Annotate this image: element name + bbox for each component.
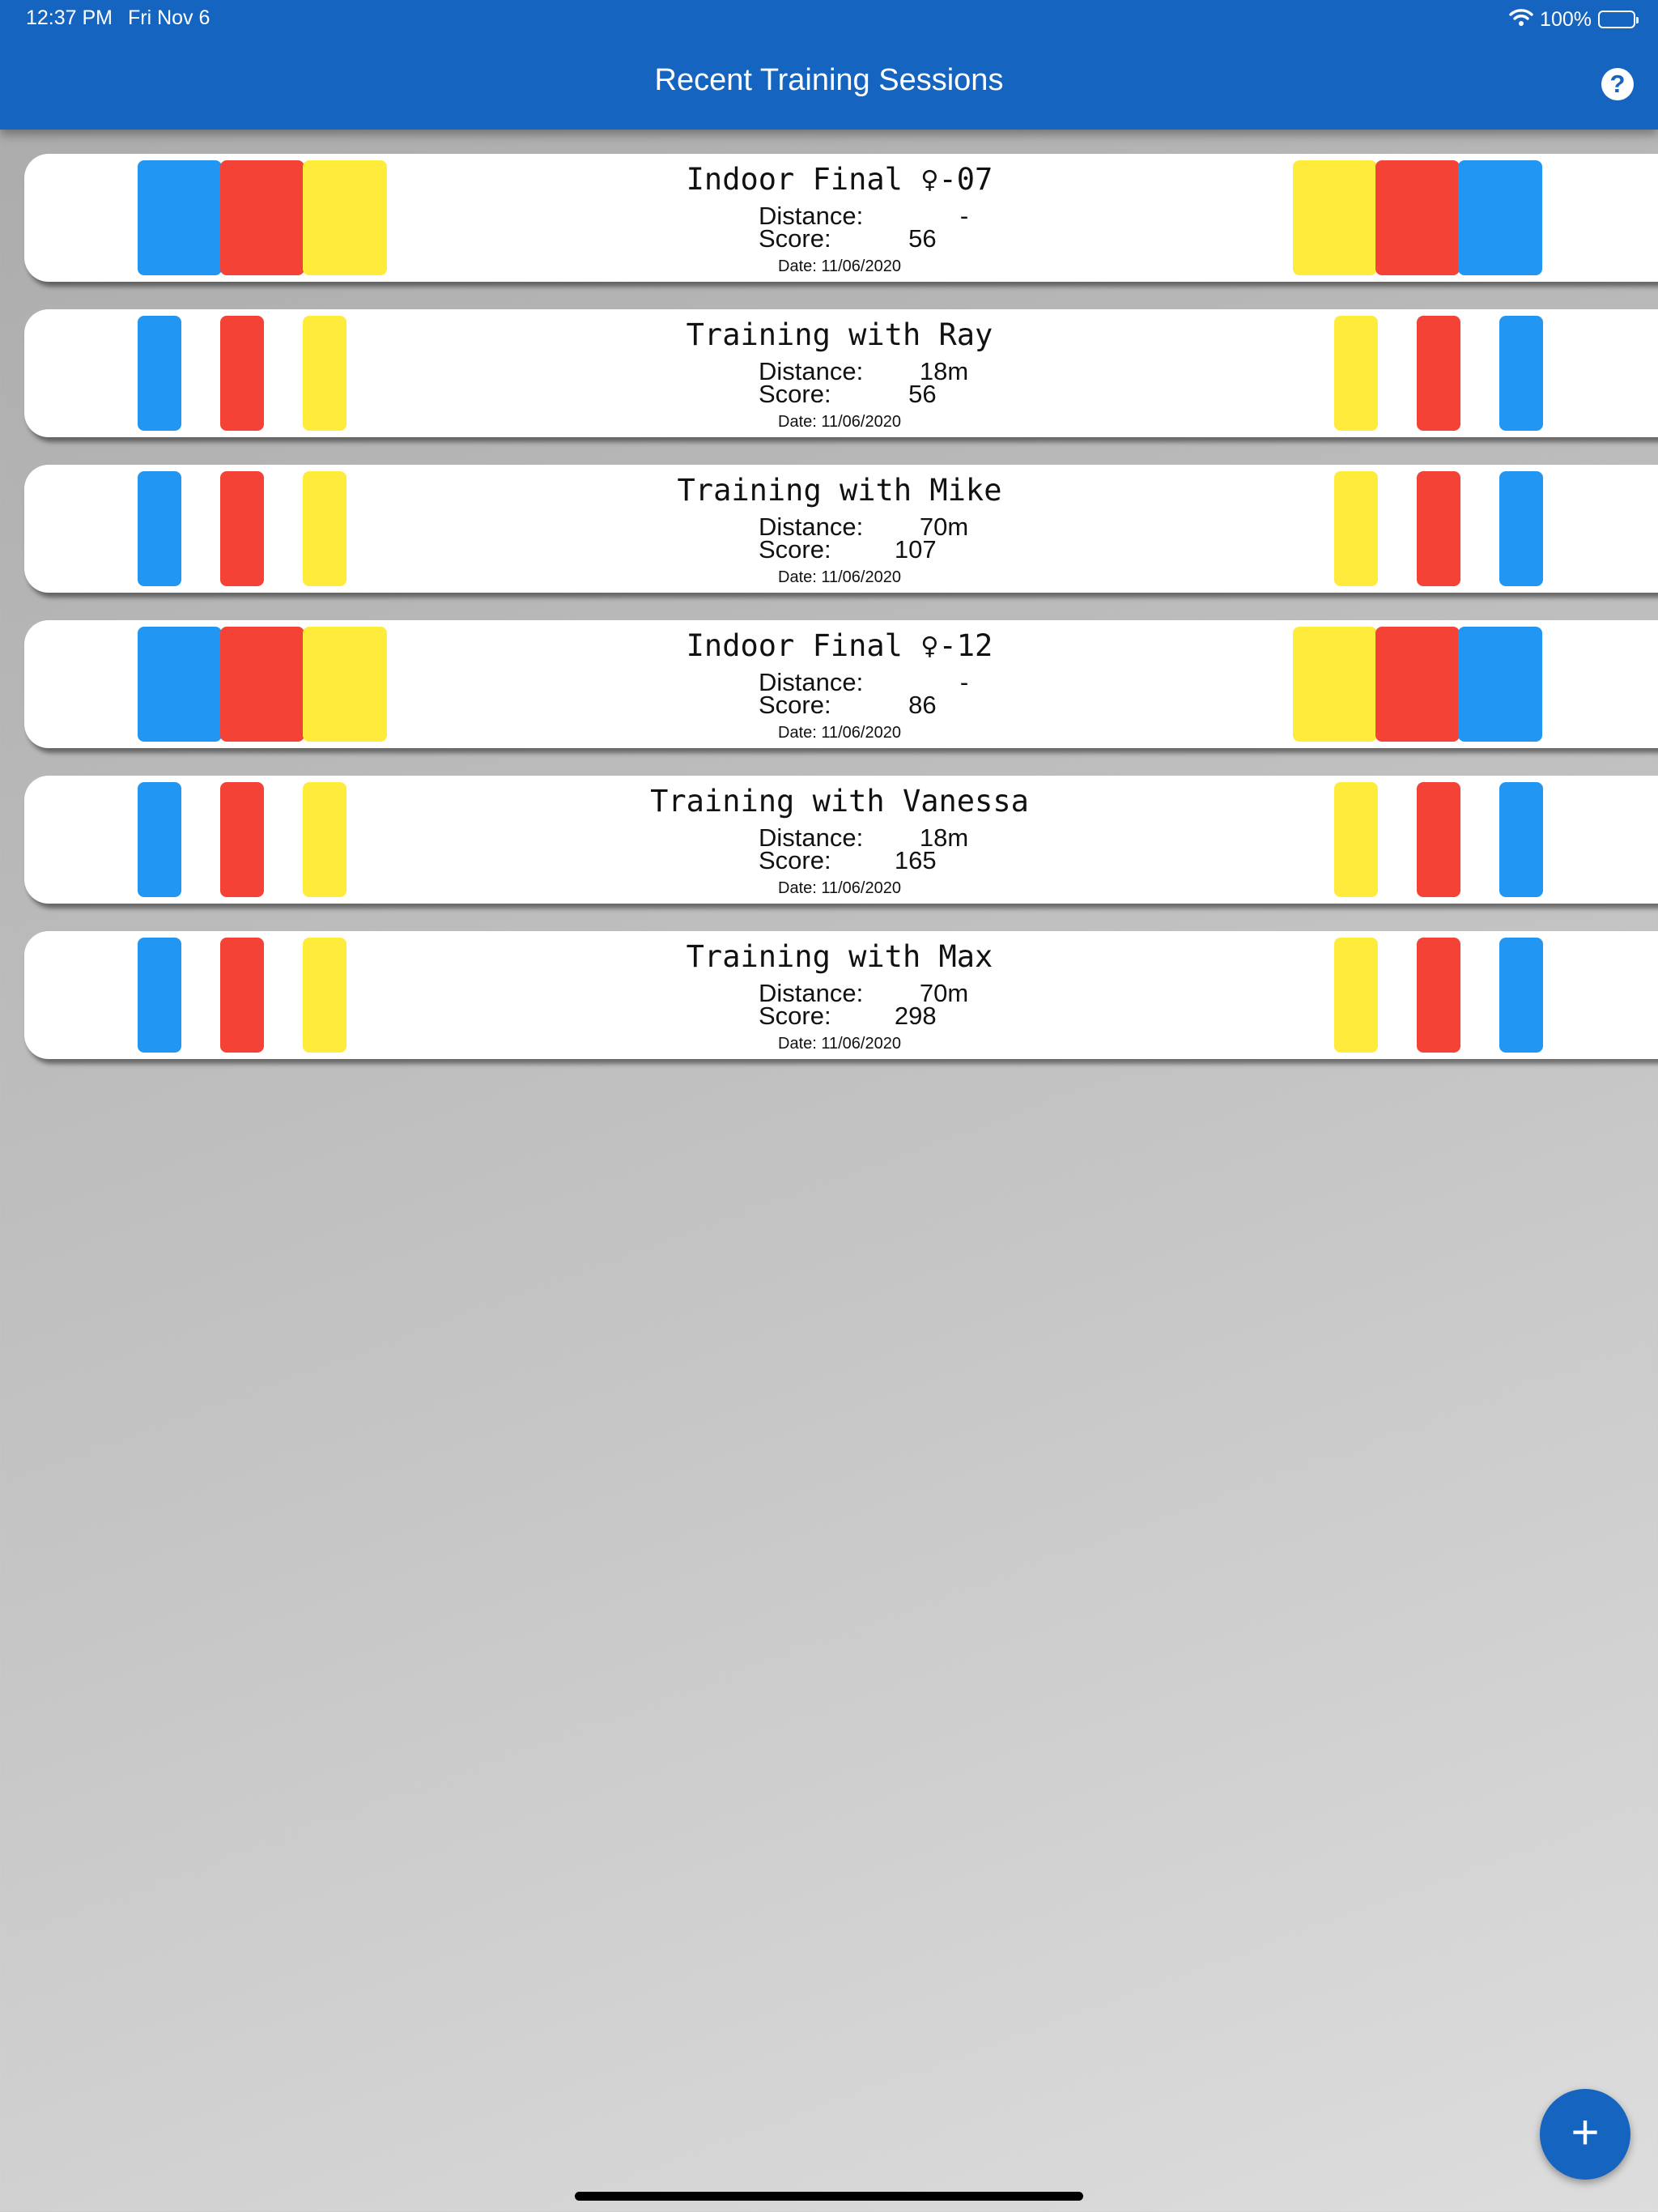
session-card[interactable]: Indoor Final ♀-12 Distance: - Score: 86 Date:… bbox=[24, 620, 1658, 748]
session-title: Training with Ray bbox=[686, 317, 993, 352]
status-indicators: 100% bbox=[1509, 6, 1639, 32]
session-card[interactable]: Training with Max Distance: 70m Score: 298 Da… bbox=[24, 931, 1658, 1059]
session-score-label: Score: bbox=[759, 691, 831, 719]
battery-icon bbox=[1598, 11, 1639, 28]
session-score-label: Score: bbox=[759, 1002, 831, 1030]
battery-percent: 100% bbox=[1540, 7, 1592, 31]
session-card[interactable]: Training with Mike Distance: 70m Score: 107 D… bbox=[24, 465, 1658, 593]
session-score-value: 56 bbox=[908, 224, 937, 253]
session-score: Score: 165 bbox=[759, 846, 937, 874]
session-date: Date: 11/06/2020 bbox=[778, 568, 901, 586]
session-score-label: Score: bbox=[759, 535, 831, 564]
app-bar: 12:37 PM Fri Nov 6 100% Recent Training … bbox=[0, 0, 1658, 130]
session-score-value: 107 bbox=[894, 535, 937, 564]
session-score: Score: 86 bbox=[759, 691, 937, 719]
session-score-value: 56 bbox=[908, 380, 937, 408]
session-title: Training with Vanessa bbox=[650, 784, 1029, 819]
status-time: 12:37 PM bbox=[26, 6, 113, 29]
session-score: Score: 56 bbox=[759, 380, 937, 408]
session-score-value: 165 bbox=[894, 846, 937, 874]
session-date: Date: 11/06/2020 bbox=[778, 413, 901, 431]
session-date: Date: 11/06/2020 bbox=[778, 879, 901, 897]
session-title: Indoor Final ♀-12 bbox=[686, 628, 993, 663]
session-title: Indoor Final ♀-07 bbox=[686, 162, 993, 197]
session-list: Indoor Final ♀-07 Distance: - Score: 56 Date:… bbox=[24, 154, 1658, 1087]
session-score-label: Score: bbox=[759, 846, 831, 874]
wifi-icon bbox=[1509, 7, 1533, 32]
add-session-button[interactable]: + bbox=[1540, 2089, 1630, 2180]
session-date: Date: 11/06/2020 bbox=[778, 1035, 901, 1053]
session-score: Score: 107 bbox=[759, 535, 937, 564]
session-title: Training with Mike bbox=[677, 473, 1002, 508]
status-day: Fri Nov 6 bbox=[128, 6, 210, 29]
session-title: Training with Max bbox=[686, 939, 993, 974]
page-title: Recent Training Sessions bbox=[654, 63, 1004, 97]
session-score-value: 86 bbox=[908, 691, 937, 719]
session-score-label: Score: bbox=[759, 224, 831, 253]
session-date: Date: 11/06/2020 bbox=[778, 724, 901, 742]
session-score-value: 298 bbox=[894, 1002, 937, 1030]
session-score-label: Score: bbox=[759, 380, 831, 408]
home-indicator[interactable] bbox=[575, 2192, 1083, 2201]
session-score: Score: 298 bbox=[759, 1002, 937, 1030]
session-card[interactable]: Training with Ray Distance: 18m Score: 56 Dat… bbox=[24, 309, 1658, 437]
session-card[interactable]: Training with Vanessa Distance: 18m Score: 1… bbox=[24, 776, 1658, 904]
session-card[interactable]: Indoor Final ♀-07 Distance: - Score: 56 Date:… bbox=[24, 154, 1658, 282]
help-button[interactable]: ? bbox=[1601, 68, 1634, 100]
session-score: Score: 56 bbox=[759, 224, 937, 253]
session-date: Date: 11/06/2020 bbox=[778, 257, 901, 275]
